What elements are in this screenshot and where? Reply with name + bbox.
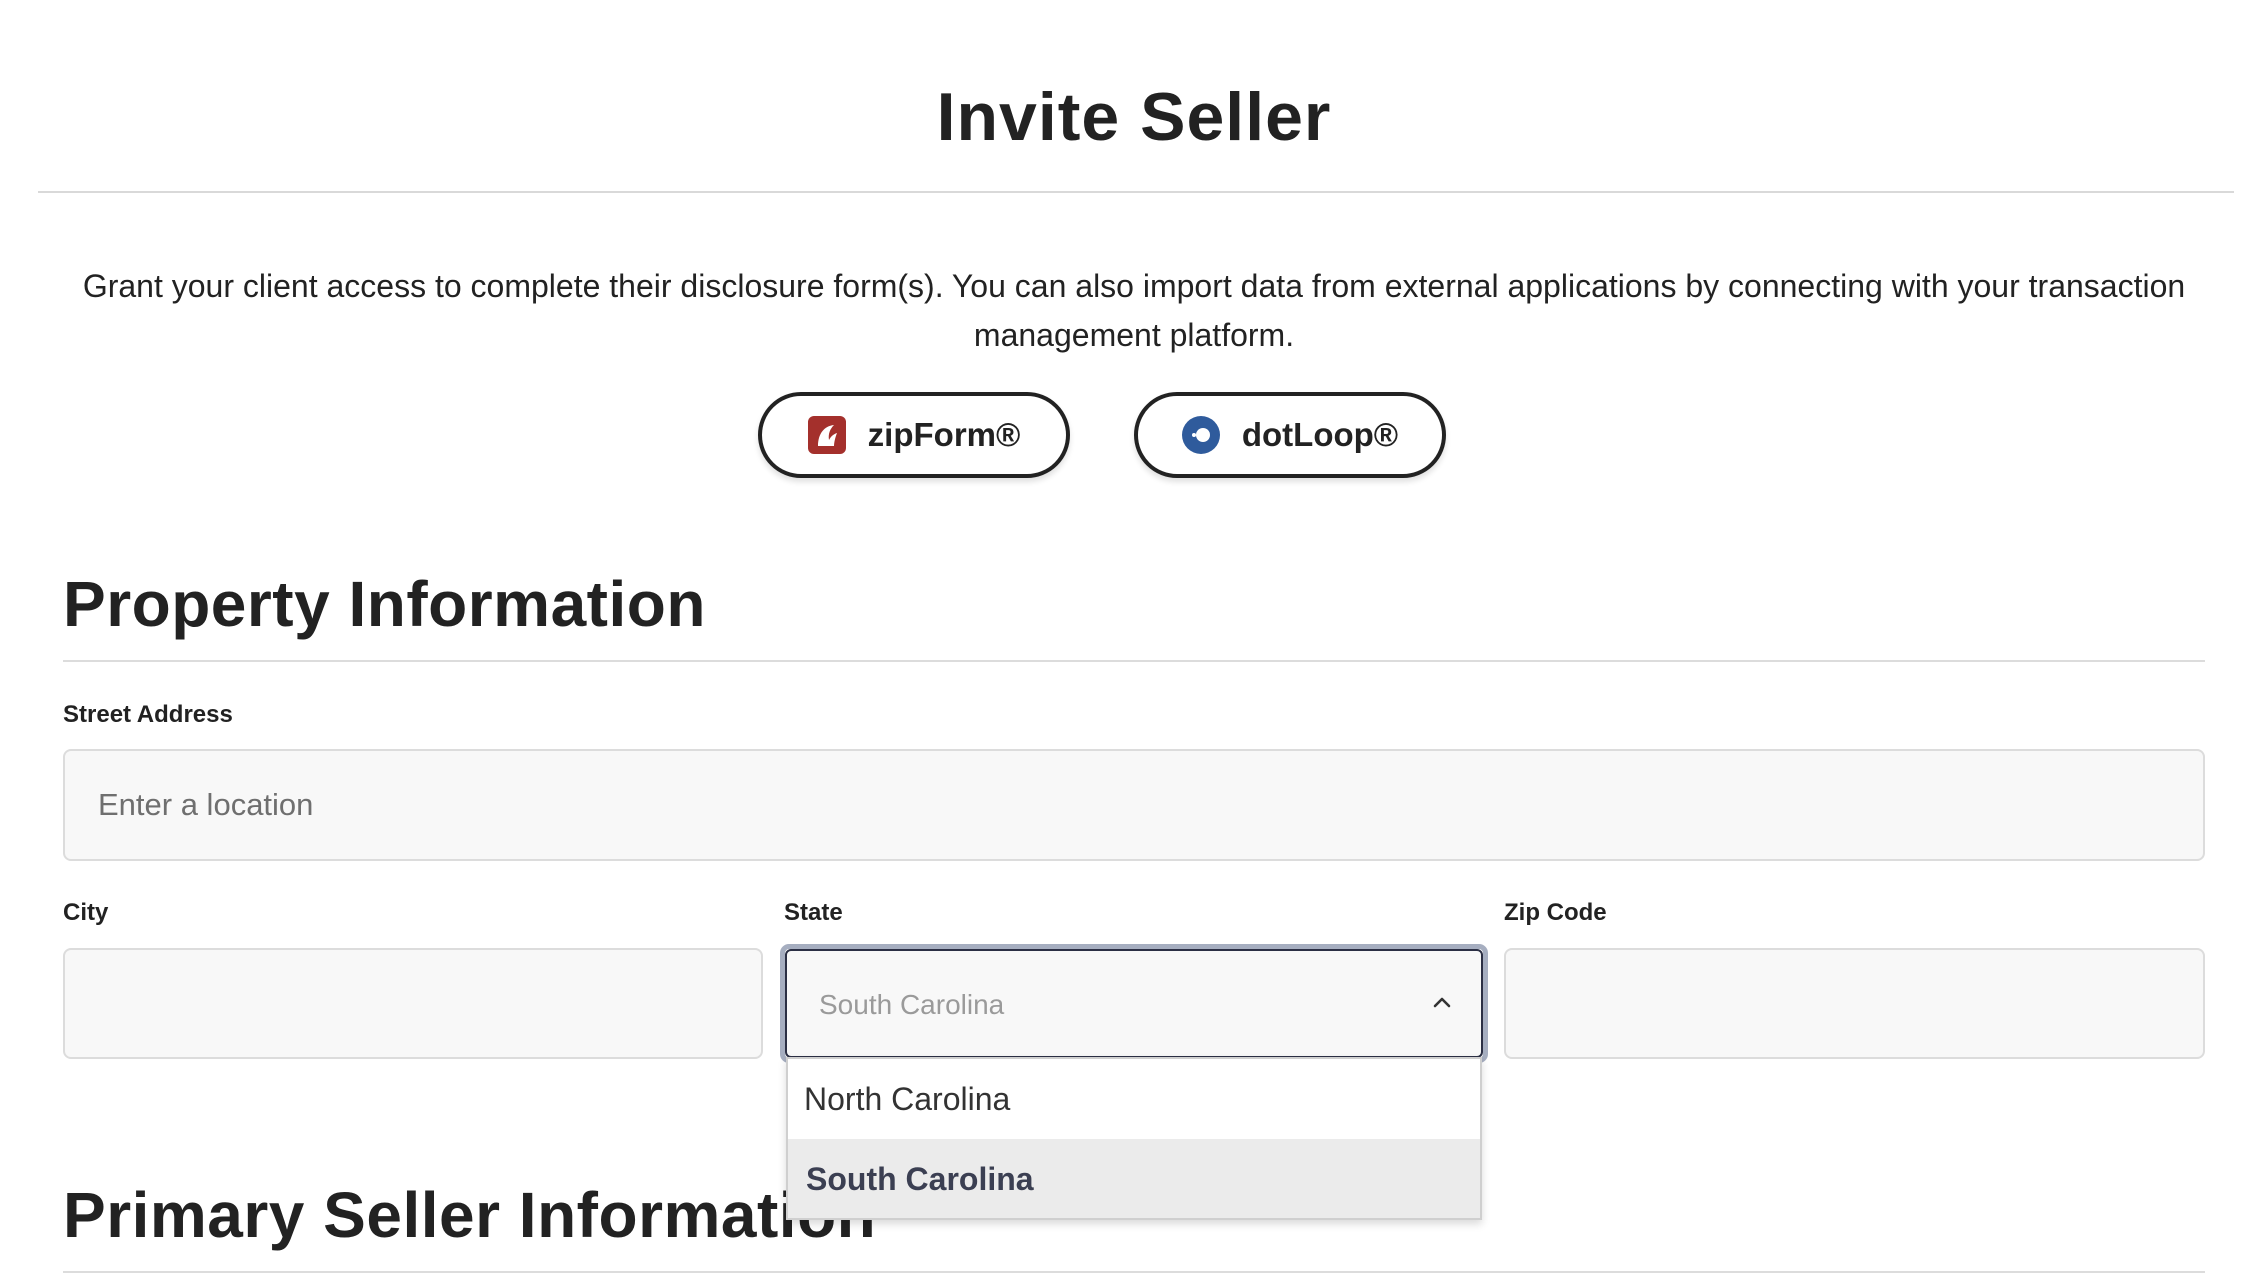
city-label: City xyxy=(63,899,109,926)
zipform-button[interactable]: zipForm® xyxy=(758,392,1070,478)
street-address-input[interactable] xyxy=(63,749,2205,861)
state-dropdown-menu: North Carolina South Carolina xyxy=(786,1057,1482,1220)
state-option-south-carolina[interactable]: South Carolina xyxy=(788,1139,1480,1218)
chevron-up-icon xyxy=(1433,997,1451,1008)
dotloop-label: dotLoop® xyxy=(1241,416,1399,453)
state-select[interactable]: South Carolina xyxy=(785,949,1483,1058)
dotloop-logo-icon xyxy=(1181,416,1220,454)
zipform-logo-icon xyxy=(807,416,846,454)
intro-text: Grant your client access to complete the… xyxy=(82,268,2186,353)
property-section-divider xyxy=(63,660,2205,662)
dotloop-button[interactable]: dotLoop® xyxy=(1134,392,1446,478)
title-divider xyxy=(38,191,2234,193)
state-label: State xyxy=(784,899,843,926)
state-selected-value: South Carolina xyxy=(819,989,1005,1020)
state-option-north-carolina[interactable]: North Carolina xyxy=(788,1059,1480,1139)
primary-seller-section-divider xyxy=(63,1271,2205,1273)
primary-seller-section-title: Primary Seller Information xyxy=(63,1179,877,1251)
property-section-title: Property Information xyxy=(63,568,706,640)
city-input[interactable] xyxy=(63,948,763,1059)
zipform-label: zipForm® xyxy=(867,416,1021,453)
zip-code-input[interactable] xyxy=(1504,948,2205,1059)
street-address-label: Street Address xyxy=(63,701,233,728)
zip-code-label: Zip Code xyxy=(1504,899,1607,926)
page-title: Invite Seller xyxy=(936,79,1332,155)
